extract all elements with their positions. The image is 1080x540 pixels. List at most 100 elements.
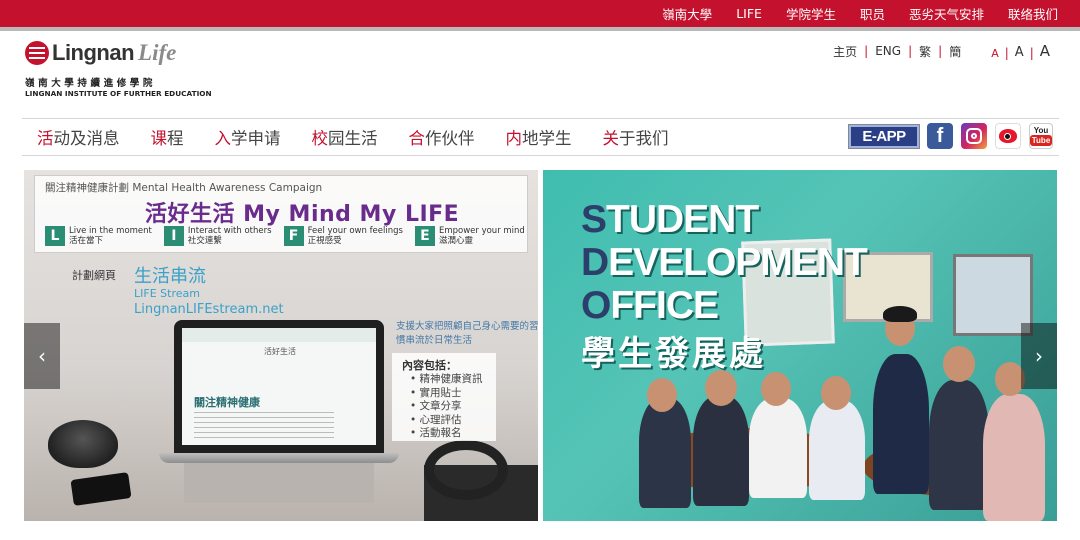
decorative-phone <box>70 472 132 506</box>
support-text: 支援大家把照顧自己身心需要的習慣串流於日常生活 <box>396 321 538 346</box>
separator: | <box>1004 46 1009 60</box>
stream-english: LIFE Stream <box>134 287 200 300</box>
main-nav: 活动及消息 课程 入学申请 校园生活 合作伙伴 内地学生 关于我们 <box>37 125 700 149</box>
life-text: Interact with others 社交連繫 <box>187 226 272 246</box>
life-acronym-row: L Live in the moment 活在當下 I Interact with… <box>45 226 537 246</box>
laptop-display: 活好生活 關注精神健康 <box>182 328 376 445</box>
slide-student-development[interactable]: STUDENT DEVELOPMENT OFFICE 學生發展處 <box>543 170 1057 521</box>
logo-name: Lingnan <box>52 40 135 65</box>
stream-label: 計劃網頁 <box>72 269 116 282</box>
stream-url: LingnanLIFEstream.net <box>134 302 284 317</box>
lang-english[interactable]: ENG <box>875 44 901 58</box>
office-name-chinese: 學生發展處 <box>581 334 766 374</box>
top-link-staff[interactable]: 职员 <box>848 4 897 23</box>
language-bar: 主页 | ENG | 繁 | 簡 A | A | A <box>833 42 1050 60</box>
chevron-right-icon: › <box>1035 344 1043 368</box>
nav-programmes[interactable]: 课程 <box>151 125 184 149</box>
instagram-glyph <box>966 128 982 144</box>
logo-english-name: LINGNAN INSTITUTE OF FURTHER EDUCATION <box>25 89 212 98</box>
student-head <box>943 346 975 382</box>
slide-mental-health[interactable]: 關注精神健康計劃 Mental Health Awareness Campaig… <box>24 170 538 521</box>
font-size-large[interactable]: A <box>1040 42 1050 60</box>
lang-simplified[interactable]: 簡 <box>949 43 961 60</box>
life-item-l: L Live in the moment 活在當下 <box>45 226 152 246</box>
youtube-icon[interactable]: You Tube <box>1029 123 1053 149</box>
top-bar-divider <box>0 27 1080 31</box>
life-item-e: E Empower your mind 滋潤心靈 <box>414 226 525 246</box>
separator: | <box>1029 46 1034 60</box>
student-figure <box>929 380 989 510</box>
student-hair <box>883 306 917 322</box>
student-head <box>761 372 791 406</box>
top-link-life[interactable]: LIFE <box>724 6 774 21</box>
laptop-heading: 活好生活 <box>264 347 296 356</box>
laptop-screen: 活好生活 關注精神健康 <box>174 320 384 453</box>
e-app-button[interactable]: E-APP <box>848 123 920 149</box>
nav-about-us[interactable]: 关于我们 <box>603 125 669 149</box>
logo-main: Lingnan Life <box>25 40 176 66</box>
laptop-text-lines <box>194 412 334 442</box>
instagram-icon[interactable] <box>961 123 987 149</box>
lang-traditional[interactable]: 繁 <box>919 43 931 60</box>
list-item: • 精神健康資訊 <box>410 373 483 385</box>
slider-next-button[interactable]: › <box>1021 323 1057 389</box>
top-link-weather[interactable]: 恶劣天气安排 <box>897 4 996 23</box>
life-text: Live in the moment 活在當下 <box>69 226 152 246</box>
list-item: • 實用貼士 <box>410 386 462 399</box>
nav-partners[interactable]: 合作伙伴 <box>409 125 475 149</box>
campaign-title: 活好生活 My Mind My LIFE <box>145 202 460 227</box>
top-bar: 嶺南大學 LIFE 学院学生 职员 恶劣天气安排 联络我们 <box>0 0 1080 27</box>
nav-news[interactable]: 活动及消息 <box>37 125 120 149</box>
weibo-icon[interactable] <box>995 123 1021 149</box>
separator: | <box>864 44 869 58</box>
nav-mainland-students[interactable]: 内地学生 <box>506 125 572 149</box>
laptop-base <box>159 453 399 463</box>
top-link-students[interactable]: 学院学生 <box>774 4 848 23</box>
facebook-icon[interactable]: f <box>927 123 953 149</box>
student-head <box>705 370 737 406</box>
nav-bottom-border <box>22 155 1059 156</box>
logo-chinese-name: 嶺南大學持續進修學院 <box>25 78 157 89</box>
nav-campus-life[interactable]: 校园生活 <box>312 125 378 149</box>
hero-slider: 關注精神健康計劃 Mental Health Awareness Campaig… <box>24 170 1057 521</box>
list-item: • 心理評估 <box>410 413 462 426</box>
lang-home[interactable]: 主页 <box>833 43 857 60</box>
life-item-f: F Feel your own feelings 正視感受 <box>283 226 403 246</box>
nav-admission[interactable]: 入学申请 <box>215 125 281 149</box>
nav-top-border <box>22 118 1059 119</box>
stream-title: 生活串流 <box>134 266 206 287</box>
separator: | <box>938 44 943 58</box>
top-link-contact[interactable]: 联络我们 <box>996 4 1070 23</box>
slider-prev-button[interactable]: ‹ <box>24 323 60 389</box>
laptop-title: 關注精神健康 <box>194 396 260 409</box>
font-size-small[interactable]: A <box>991 47 999 60</box>
life-letter: I <box>163 226 184 246</box>
content-title: 內容包括： <box>402 359 457 372</box>
social-links: E-APP f You Tube <box>848 123 1061 149</box>
decorative-bowl <box>48 420 118 468</box>
font-size-controls: A | A | A <box>991 42 1050 60</box>
life-text: Feel your own feelings 正視感受 <box>307 226 403 246</box>
student-figure <box>749 398 807 498</box>
life-item-i: I Interact with others 社交連繫 <box>163 226 272 246</box>
campaign-subtitle: 關注精神健康計劃 Mental Health Awareness Campaig… <box>45 182 323 194</box>
life-letter: E <box>414 226 435 246</box>
separator: | <box>908 44 913 58</box>
youtube-tube-text: Tube <box>1029 135 1053 146</box>
student-figure <box>873 354 929 494</box>
site-logo[interactable]: Lingnan Life 嶺南大學持續進修學院 LINGNAN INSTITUT… <box>25 40 212 100</box>
weibo-glyph <box>999 129 1017 143</box>
student-figure <box>809 400 865 500</box>
content-list: • 精神健康資訊 • 實用貼士 • 文章分享 • 心理評估 • 活動報名 <box>410 373 483 441</box>
life-text: Empower your mind 滋潤心靈 <box>438 226 525 246</box>
logo-suffix: Life <box>138 40 177 65</box>
font-size-medium[interactable]: A <box>1015 45 1024 60</box>
top-link-lingnan-university[interactable]: 嶺南大學 <box>650 4 724 23</box>
life-letter: L <box>45 226 65 246</box>
youtube-you-text: You <box>1033 126 1049 135</box>
decorative-headphones <box>424 440 508 500</box>
logo-mark-icon <box>25 41 49 65</box>
laptop-browser-bar <box>182 328 376 342</box>
life-letter: F <box>283 226 304 246</box>
office-name-english: STUDENT DEVELOPMENT OFFICE <box>581 198 868 327</box>
